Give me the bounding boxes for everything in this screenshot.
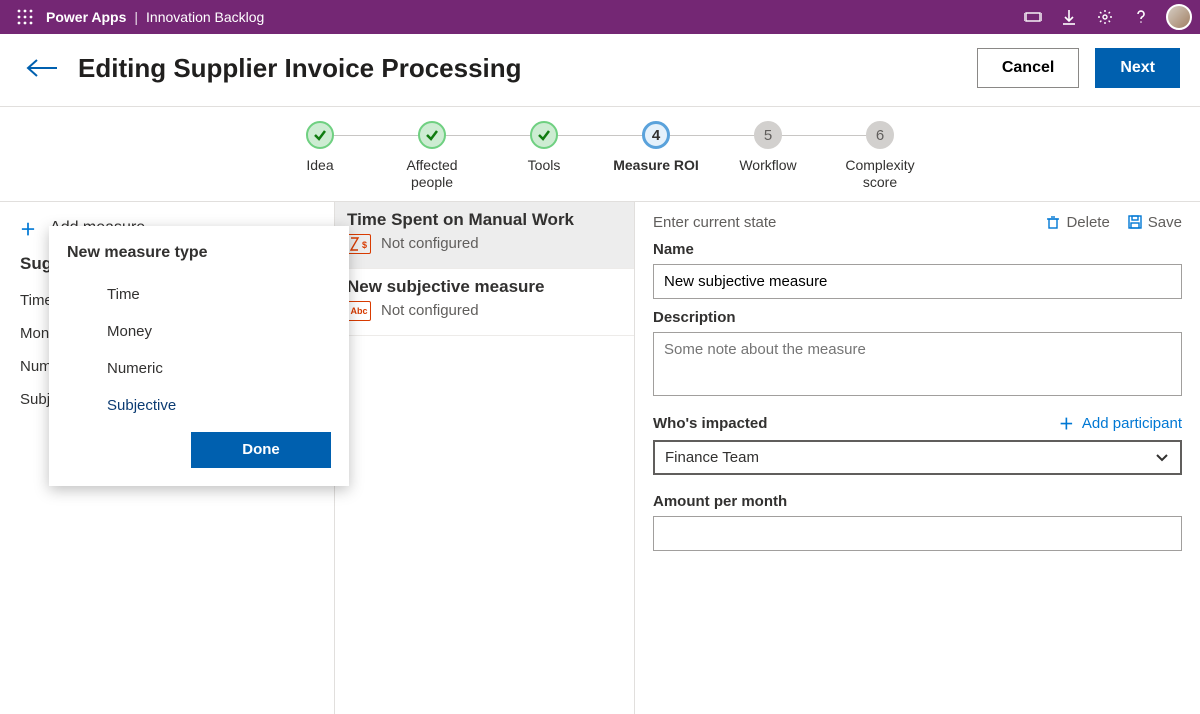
amount-label: Amount per month — [653, 493, 1182, 510]
name-input[interactable] — [653, 264, 1182, 299]
step-5[interactable]: 5 Workflow — [712, 121, 824, 174]
step-label: Complexity score — [835, 157, 925, 191]
amount-input[interactable] — [653, 516, 1182, 551]
step-circle — [418, 121, 446, 149]
app-launcher-icon[interactable] — [8, 0, 42, 34]
who-label: Who's impacted — [653, 415, 767, 432]
measure-status: Not configured — [381, 302, 479, 319]
help-icon[interactable] — [1124, 0, 1158, 34]
fit-icon[interactable] — [1016, 0, 1050, 34]
step-circle: 6 — [866, 121, 894, 149]
description-label: Description — [653, 309, 1182, 326]
who-select[interactable]: Finance Team — [653, 440, 1182, 475]
step-2[interactable]: Affected people — [376, 121, 488, 191]
step-3[interactable]: Tools — [488, 121, 600, 174]
settings-icon[interactable] — [1088, 0, 1122, 34]
page-header: Editing Supplier Invoice Processing Canc… — [0, 34, 1200, 107]
popover-option[interactable]: Time — [67, 276, 331, 313]
form-top-row: Enter current state Delete Save — [653, 214, 1182, 231]
chevron-down-icon — [1154, 449, 1170, 465]
step-label: Affected people — [387, 157, 477, 191]
next-button[interactable]: Next — [1095, 48, 1180, 88]
popover-option[interactable]: Numeric — [67, 350, 331, 387]
step-label: Idea — [306, 157, 333, 174]
topbar-left: Power Apps | Innovation Backlog — [8, 0, 264, 34]
step-circle — [306, 121, 334, 149]
form-column: Enter current state Delete Save Name Des… — [635, 202, 1200, 714]
top-bar: Power Apps | Innovation Backlog — [0, 0, 1200, 34]
measure-title: Time Spent on Manual Work — [347, 210, 622, 230]
step-circle — [530, 121, 558, 149]
step-label: Measure ROI — [613, 157, 699, 174]
popover-title: New measure type — [67, 244, 331, 262]
measure-title: New subjective measure — [347, 277, 622, 297]
measure-item[interactable]: New subjective measure Abc Not configured — [335, 269, 634, 336]
name-label: Name — [653, 241, 1182, 258]
step-label: Tools — [528, 157, 561, 174]
step-1[interactable]: Idea — [264, 121, 376, 174]
add-participant-button[interactable]: ＋ Add participant — [1059, 413, 1182, 434]
save-icon — [1128, 215, 1142, 229]
who-value: Finance Team — [665, 449, 759, 466]
step-4[interactable]: 4 Measure ROI — [600, 121, 712, 174]
trash-icon — [1046, 215, 1060, 229]
state-title: Enter current state — [653, 214, 776, 231]
measures-column: Time Spent on Manual Work $ Not configured… — [335, 202, 635, 714]
cancel-button[interactable]: Cancel — [977, 48, 1079, 88]
popover-option[interactable]: Money — [67, 313, 331, 350]
step-circle: 5 — [754, 121, 782, 149]
app-name[interactable]: Power Apps — [46, 9, 126, 25]
description-input[interactable] — [653, 332, 1182, 396]
popover-options: TimeMoneyNumericSubjective — [67, 276, 331, 424]
step-label: Workflow — [739, 157, 796, 174]
step-circle: 4 — [642, 121, 670, 149]
popover-option[interactable]: Subjective — [67, 387, 331, 424]
download-icon[interactable] — [1052, 0, 1086, 34]
back-button[interactable] — [22, 48, 62, 88]
waffle-icon — [17, 9, 33, 25]
measure-type-popover: New measure type TimeMoneyNumericSubject… — [49, 226, 349, 486]
left-column: ＋ Add measure Suggested TimeMoneyNumeric… — [0, 202, 335, 714]
who-row: Who's impacted ＋ Add participant — [653, 413, 1182, 434]
environment-title[interactable]: Innovation Backlog — [146, 9, 264, 25]
abc-icon: Abc — [347, 301, 371, 321]
save-button[interactable]: Save — [1128, 214, 1182, 231]
time-icon: $ — [347, 234, 371, 254]
measure-status: Not configured — [381, 235, 479, 252]
topbar-separator: | — [134, 9, 138, 25]
stepper: Idea Affected people Tools 4 Measure ROI 5 Wor… — [0, 107, 1200, 202]
page-title: Editing Supplier Invoice Processing — [78, 53, 961, 84]
delete-button[interactable]: Delete — [1046, 214, 1109, 231]
step-6[interactable]: 6 Complexity score — [824, 121, 936, 191]
popover-done-button[interactable]: Done — [191, 432, 331, 468]
measure-item[interactable]: Time Spent on Manual Work $ Not configured — [335, 202, 634, 269]
content-area: ＋ Add measure Suggested TimeMoneyNumeric… — [0, 202, 1200, 714]
plus-icon: ＋ — [20, 216, 36, 240]
user-avatar[interactable] — [1166, 4, 1192, 30]
topbar-right — [1016, 0, 1192, 34]
svg-text:$: $ — [362, 240, 367, 250]
